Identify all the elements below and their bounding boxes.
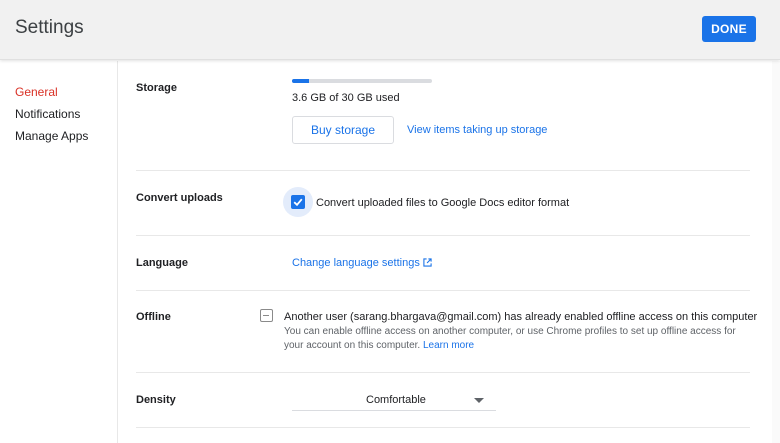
dropdown-caret-icon [474,398,484,403]
sidebar-item-notifications[interactable]: Notifications [15,107,80,121]
divider [136,170,750,171]
indeterminate-dash-icon [263,314,269,316]
view-storage-items-link[interactable]: View items taking up storage [407,124,547,136]
storage-progress-fill [292,79,309,83]
divider [136,427,750,428]
change-language-link-label: Change language settings [292,257,420,269]
density-selected-value: Comfortable [366,394,426,406]
convert-uploads-label: Convert uploads [136,192,223,204]
offline-status-text: Another user (sarang.bhargava@gmail.com)… [284,311,758,323]
page-title: Settings [15,17,84,38]
offline-checkbox[interactable] [260,309,273,322]
storage-label: Storage [136,82,177,94]
buy-storage-button[interactable]: Buy storage [292,116,394,144]
storage-progress-bar [292,79,432,83]
convert-uploads-text: Convert uploaded files to Google Docs ed… [316,197,570,209]
settings-header: Settings DONE [0,0,780,60]
change-language-link[interactable]: Change language settings [292,257,432,269]
scrollbar-track[interactable] [772,61,780,443]
divider [136,372,750,373]
external-link-icon [423,258,432,267]
convert-uploads-checkbox[interactable] [291,195,305,209]
checkmark-icon [293,198,303,207]
offline-help-description: You can enable offline access on another… [284,326,736,351]
sidebar-item-manage-apps[interactable]: Manage Apps [15,129,88,143]
divider [136,235,750,236]
divider [136,290,750,291]
density-label: Density [136,394,176,406]
settings-content: Storage 3.6 GB of 30 GB used Buy storage… [119,61,780,443]
offline-label: Offline [136,311,171,323]
density-select[interactable]: Comfortable [292,387,496,411]
sidebar-item-general[interactable]: General [15,85,58,99]
offline-help-text: You can enable offline access on another… [284,325,754,353]
language-label: Language [136,257,188,269]
settings-sidebar: General Notifications Manage Apps [0,61,118,443]
storage-usage-text: 3.6 GB of 30 GB used [292,92,400,104]
learn-more-link[interactable]: Learn more [423,340,474,351]
done-button[interactable]: DONE [702,16,756,42]
